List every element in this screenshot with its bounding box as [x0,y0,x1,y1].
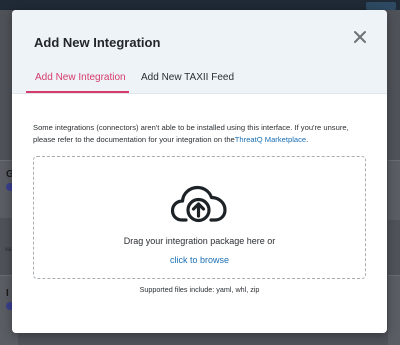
cloud-upload-icon [170,185,227,223]
modal-header: Add New Integration Add New Integration … [12,10,387,94]
background-topbar [0,0,400,10]
background-card-right [388,160,400,220]
info-message: Some integrations (connectors) aren't ab… [33,122,373,146]
add-integration-modal: Add New Integration Add New Integration … [12,10,387,333]
background-card-right [388,275,400,345]
close-button[interactable] [352,29,368,45]
info-suffix: . [306,135,309,144]
active-tab-indicator [26,91,129,93]
background-topbar-button [366,2,396,10]
modal-title: Add New Integration [34,35,161,50]
tab-add-new-integration[interactable]: Add New Integration [35,72,126,83]
supported-files-note: Supported files include: yaml, whl, zip [139,285,260,294]
background-card-letter: I [6,288,9,299]
dropzone-instruction: Drag your integration package here or [123,236,276,246]
background-card-snippet: va [5,247,12,253]
browse-link[interactable]: click to browse [33,255,366,265]
tab-add-new-taxii-feed[interactable]: Add New TAXII Feed [141,72,234,83]
marketplace-link[interactable]: ThreatQ Marketplace [235,135,306,144]
close-icon [354,31,366,43]
